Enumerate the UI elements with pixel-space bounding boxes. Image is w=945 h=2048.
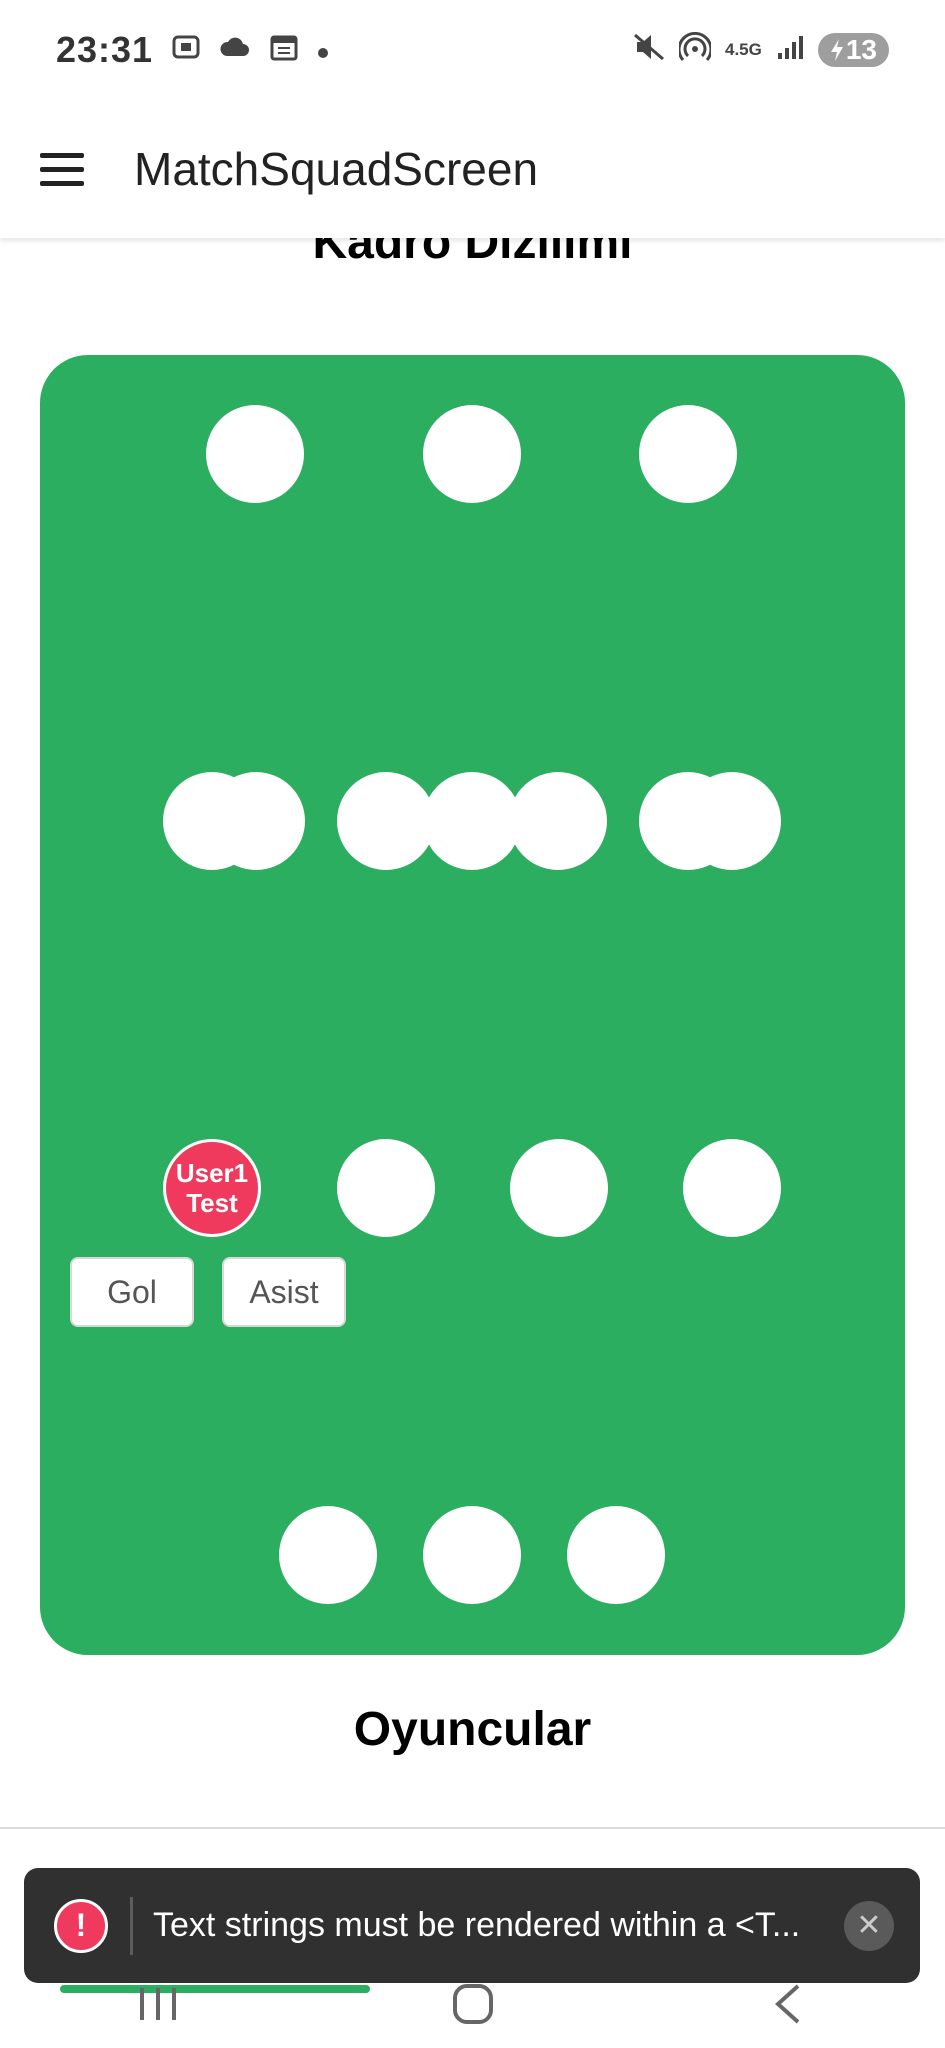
error-icon: !	[54, 1898, 108, 1953]
status-time: 23:31	[56, 29, 154, 70]
dot-icon	[317, 35, 329, 65]
football-pitch: User1 Test Gol Asist	[40, 355, 905, 1655]
home-icon[interactable]	[413, 1969, 533, 2039]
cloud-icon	[219, 34, 251, 66]
position-slot[interactable]	[423, 405, 521, 503]
goal-button[interactable]: Gol	[70, 1257, 194, 1327]
signal-icon	[776, 33, 804, 67]
toast-separator	[130, 1896, 133, 1955]
position-slot[interactable]	[567, 1506, 665, 1604]
position-slot[interactable]	[206, 405, 304, 503]
assist-button[interactable]: Asist	[222, 1257, 346, 1327]
position-slot[interactable]	[337, 1139, 435, 1237]
battery-level: 13	[845, 34, 877, 65]
system-nav-bar	[0, 1960, 945, 2048]
network-type: 4.5G	[724, 40, 762, 59]
position-slot[interactable]	[683, 772, 781, 870]
app-title: MatchSquadScreen	[134, 143, 539, 195]
status-bar-left: 23:31	[56, 29, 329, 71]
player-name-first: User1	[175, 1158, 249, 1188]
status-bar: 23:31 4.5G 13	[0, 0, 945, 100]
app-bar: MatchSquadScreen	[0, 100, 945, 238]
position-slot[interactable]	[279, 1506, 377, 1604]
position-slot[interactable]	[337, 772, 435, 870]
divider	[0, 1827, 945, 1829]
player-marker-selected[interactable]: User1 Test	[163, 1139, 261, 1237]
position-slot[interactable]	[423, 772, 521, 870]
position-slot[interactable]	[423, 1506, 521, 1604]
hotspot-icon	[677, 31, 713, 68]
players-title: Oyuncular	[353, 1703, 592, 1756]
toast-message[interactable]: Text strings must be rendered within a <…	[153, 1906, 844, 1945]
screenshot-icon	[171, 32, 201, 68]
position-slot[interactable]	[510, 1139, 608, 1237]
player-name-second: Test	[186, 1188, 238, 1218]
position-slot[interactable]	[207, 772, 305, 870]
calendar-icon	[269, 32, 299, 68]
position-slot[interactable]	[639, 405, 737, 503]
recent-apps-icon[interactable]	[98, 1969, 218, 2039]
close-icon[interactable]: ✕	[844, 1900, 894, 1951]
status-bar-right: 4.5G 13	[633, 31, 889, 68]
hamburger-menu-icon[interactable]	[40, 152, 84, 186]
mute-icon	[633, 32, 665, 68]
back-icon[interactable]	[728, 1969, 848, 2039]
battery-icon: 13	[817, 33, 889, 67]
position-slot[interactable]	[509, 772, 607, 870]
position-slot[interactable]	[683, 1139, 781, 1237]
